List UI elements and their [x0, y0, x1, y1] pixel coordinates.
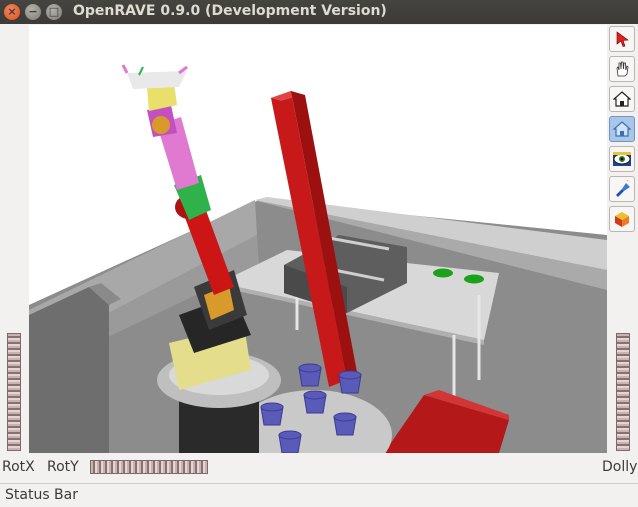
dolly-thumbwheel[interactable] [616, 333, 630, 451]
status-bar: Status Bar [0, 483, 638, 507]
rot-x-label: RotX [2, 459, 35, 475]
close-icon[interactable]: × [4, 4, 20, 20]
rot-y-label: RotY [47, 459, 79, 475]
perspective-cube-icon[interactable] [609, 206, 635, 232]
window-titlebar: × − □ OpenRAVE 0.9.0 (Development Versio… [0, 0, 638, 24]
seek-flashlight-icon[interactable] [609, 176, 635, 202]
rot-x-thumbwheel[interactable] [7, 333, 21, 451]
view-all-eye-icon[interactable] [609, 146, 635, 172]
window-title: OpenRAVE 0.9.0 (Development Version) [73, 3, 387, 19]
3d-viewport[interactable] [29, 25, 607, 453]
viewer-toolbar [609, 26, 637, 236]
pan-hand-icon[interactable] [609, 56, 635, 82]
select-arrow-icon[interactable] [609, 26, 635, 52]
set-home-icon[interactable] [609, 116, 635, 142]
home-icon[interactable] [609, 86, 635, 112]
minimize-icon[interactable]: − [25, 4, 41, 20]
status-text: Status Bar [5, 487, 79, 503]
dolly-label: Dolly [602, 459, 638, 475]
rot-y-thumbwheel[interactable] [90, 460, 208, 474]
maximize-icon[interactable]: □ [46, 4, 62, 20]
